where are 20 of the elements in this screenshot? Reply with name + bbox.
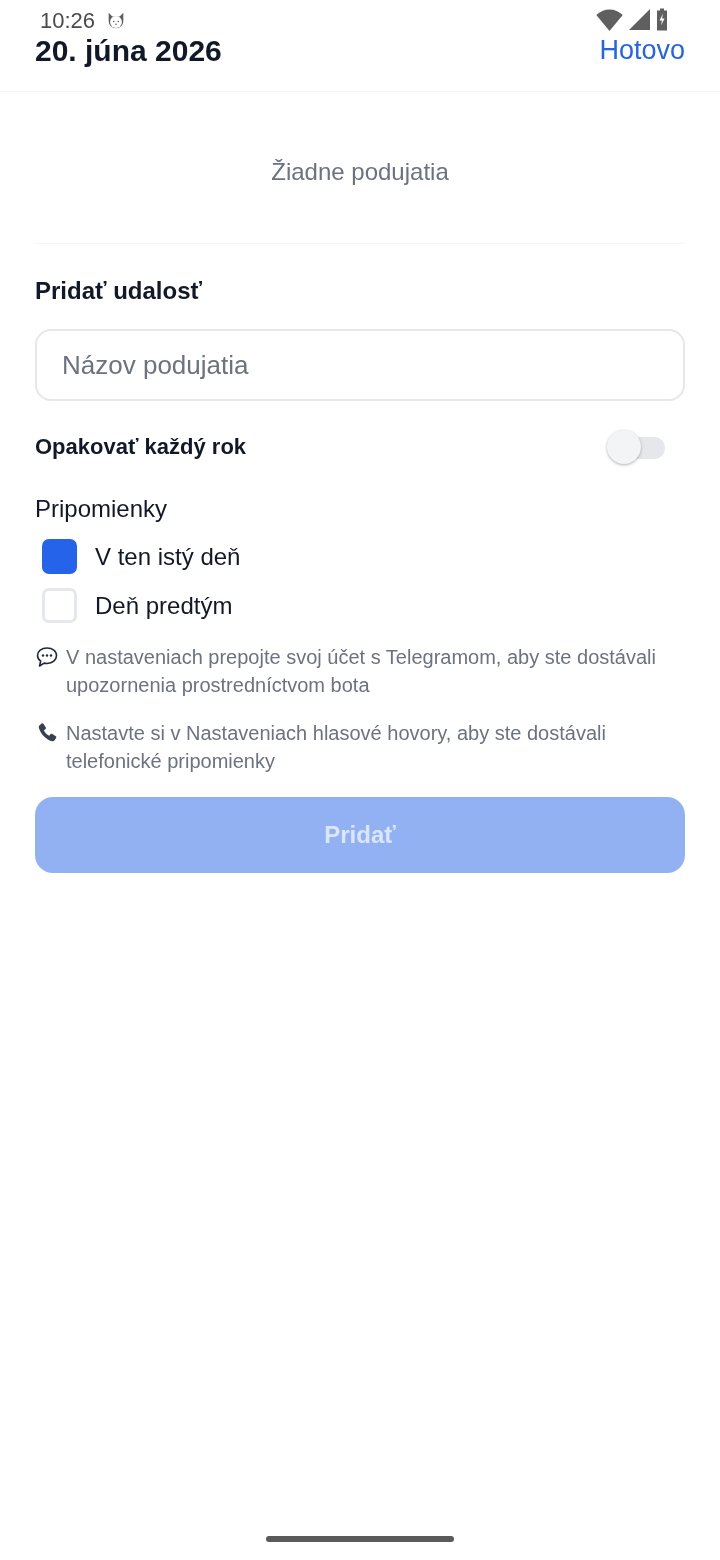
checkbox[interactable] [42, 588, 77, 623]
reminders-heading: Pripomienky [35, 494, 169, 524]
header-title: 20. júna 2026 [35, 35, 222, 66]
event-name-field[interactable]: Názov podujatia [35, 329, 685, 401]
done-link[interactable]: Hotovo [599, 37, 685, 64]
empty-events-text: Žiadne podujatia [271, 156, 449, 187]
reminder-option-label: V ten istý deň [95, 541, 241, 572]
speech-bubble-icon [35, 645, 59, 669]
add-button: Pridať [35, 797, 685, 873]
note-text: Nastavte si v Nastaveniach hlasové hovory, aby ste dostávali telefonické pripomienky [66, 721, 607, 774]
add-event-heading: Pridať udalosť [35, 276, 204, 306]
wifi-icon [596, 8, 623, 31]
repeat-label: Opakovať každý rok [35, 433, 247, 461]
signal-icon [629, 9, 650, 30]
repeat-toggle[interactable] [607, 430, 667, 464]
note-text: V nastaveniach prepojte svoj účet s Telegramom, aby ste dostávali upozornenia prostredníctvom bota [66, 645, 657, 698]
checkbox[interactable] [42, 539, 77, 574]
status-time: 10:26 [40, 10, 96, 32]
reminder-option-label: Deň predtým [95, 590, 233, 621]
battery-charging-icon [656, 8, 668, 31]
